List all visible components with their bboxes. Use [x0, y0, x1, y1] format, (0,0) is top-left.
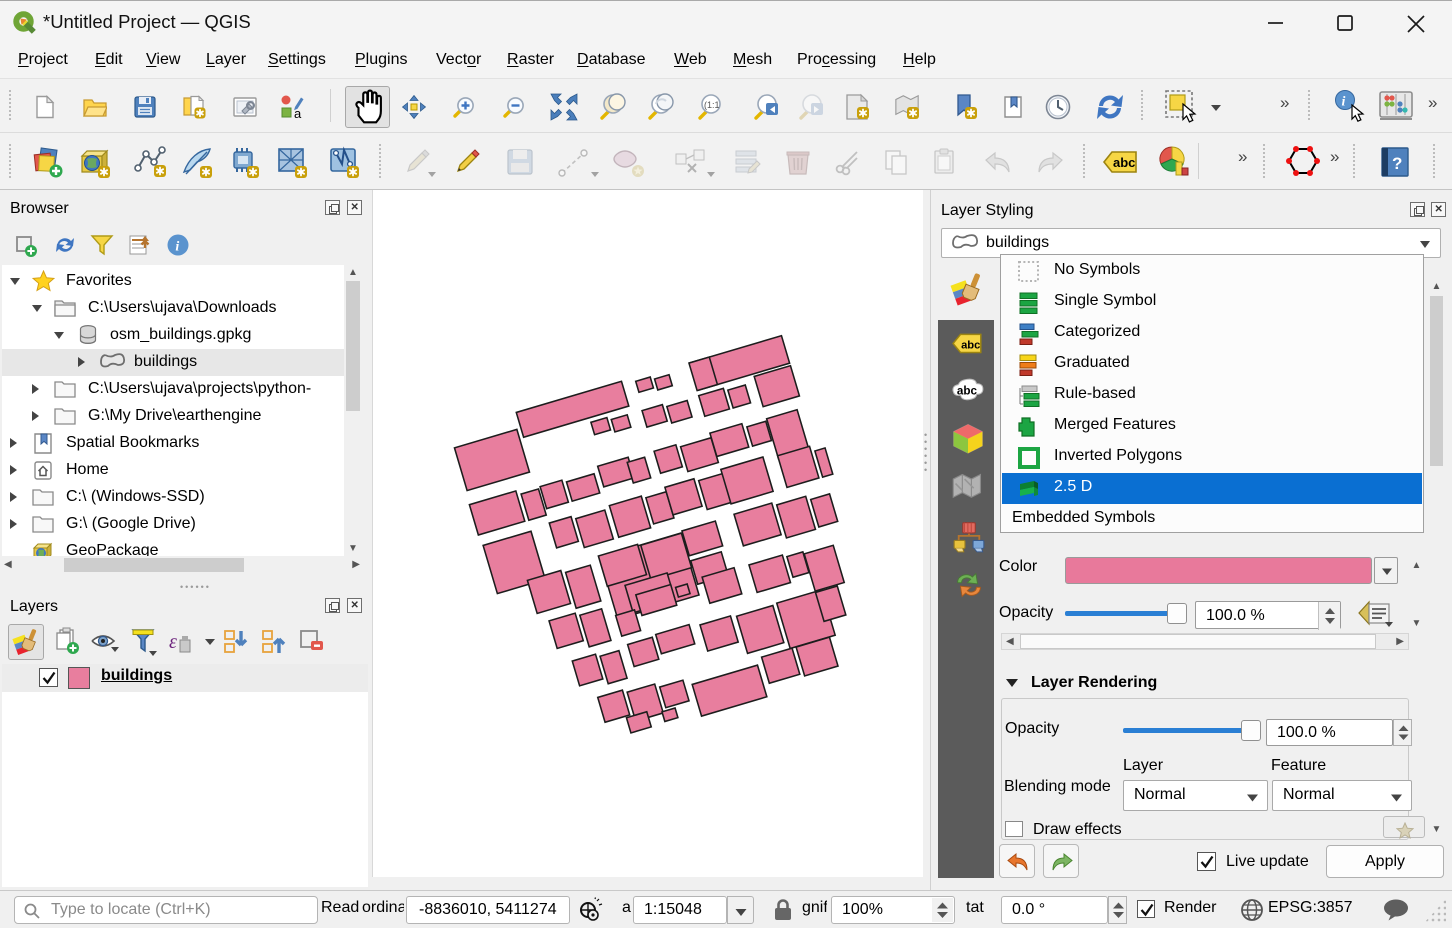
svg-text:?: ?: [1392, 154, 1402, 173]
svg-text:abc: abc: [957, 384, 978, 397]
svg-text:abc: abc: [1113, 155, 1135, 170]
svg-text:(1:1: (1:1: [704, 100, 720, 110]
svg-text:a: a: [294, 106, 302, 119]
svg-text:i: i: [175, 240, 179, 255]
svg-text:i: i: [1342, 95, 1346, 110]
svg-text:abc: abc: [961, 339, 980, 351]
svg-text:ε: ε: [169, 631, 177, 653]
